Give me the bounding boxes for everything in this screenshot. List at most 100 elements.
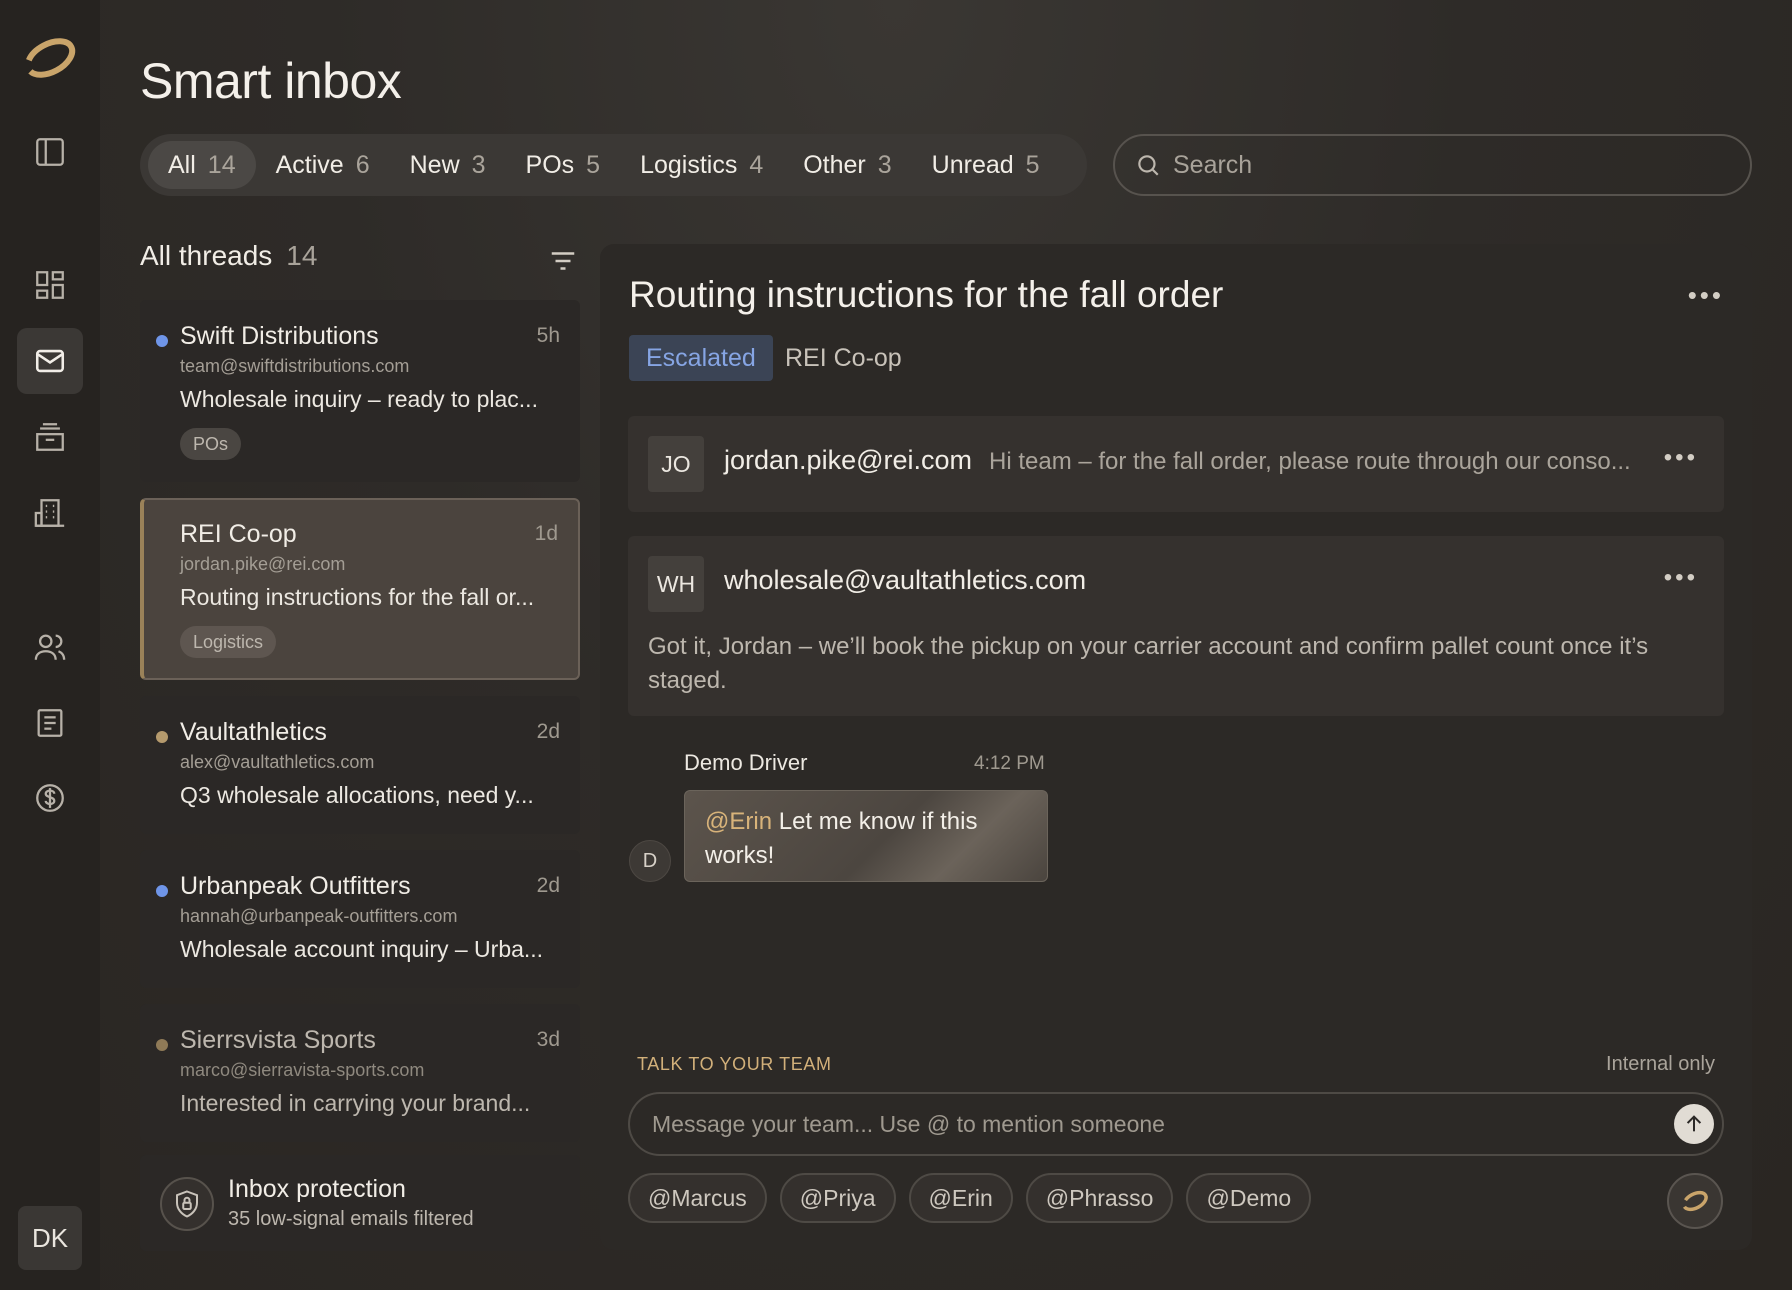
thread-time: 3d — [536, 1028, 560, 1051]
thread-preview: Wholesale account inquiry – Urba... — [180, 936, 544, 962]
mention-chip-demo[interactable]: @Demo — [1186, 1173, 1312, 1223]
thread-item[interactable]: Sierrsvista Sports 3d marco@sierravista-… — [140, 1004, 580, 1142]
mail-icon[interactable] — [17, 328, 83, 394]
chat-bubble: @Erin Let me know if this works! — [684, 790, 1048, 882]
sender-avatar: JO — [648, 436, 704, 492]
tab-label: POs — [525, 150, 575, 179]
filter-icon[interactable] — [548, 246, 578, 276]
message-body: Got it, Jordan – we’ll book the pickup o… — [648, 633, 1649, 694]
thread-item[interactable]: Swift Distributions 5h team@swiftdistrib… — [140, 300, 580, 482]
thread-tag: POs — [180, 428, 242, 460]
building-icon[interactable] — [17, 480, 83, 546]
thread-sender: Swift Distributions — [180, 322, 379, 350]
mention-chip-marcus[interactable]: @Marcus — [628, 1173, 767, 1223]
thread-time: 2d — [536, 874, 560, 897]
arrow-up-icon — [1686, 1115, 1702, 1132]
chat-mention[interactable]: @Erin — [705, 808, 772, 835]
thread-sender: Sierrsvista Sports — [180, 1026, 376, 1054]
send-button[interactable] — [1674, 1104, 1714, 1144]
unread-dot — [156, 335, 168, 347]
document-icon[interactable] — [17, 690, 83, 756]
composer-placeholder: Message your team... Use @ to mention so… — [652, 1111, 1165, 1137]
ai-assistant-button[interactable] — [1667, 1173, 1723, 1229]
message-collapsed[interactable]: JO jordan.pike@rei.com Hi team – for the… — [628, 416, 1724, 512]
message-expanded: WH wholesale@vaultathletics.com ••• Got … — [628, 536, 1724, 716]
thread-time: 5h — [536, 324, 560, 347]
mention-chip-phrasso[interactable]: @Phrasso — [1025, 1173, 1174, 1223]
message-snippet: Hi team – for the fall order, please rou… — [989, 448, 1631, 475]
team-section-label: TALK TO YOUR TEAM — [637, 1054, 832, 1074]
protection-title: Inbox protection — [228, 1175, 406, 1203]
thread-email: hannah@urbanpeak-outfitters.com — [180, 906, 458, 926]
more-options-icon[interactable]: ••• — [1688, 280, 1724, 311]
threads-title: All threads — [140, 240, 273, 271]
thread-detail-panel: Routing instructions for the fall order … — [600, 244, 1752, 1250]
thread-email: marco@sierravista-sports.com — [180, 1060, 425, 1080]
thread-time: 1d — [534, 522, 558, 545]
message-more-icon[interactable]: ••• — [1664, 564, 1698, 592]
unread-dot — [156, 885, 168, 897]
threads-header: All threads 14 — [140, 240, 317, 272]
tab-other[interactable]: Other 3 — [783, 141, 911, 189]
mention-chip-erin[interactable]: @Erin — [908, 1173, 1013, 1223]
message-from: jordan.pike@rei.com — [724, 445, 973, 475]
tab-count: 5 — [586, 150, 601, 179]
tab-pos[interactable]: POs 5 — [506, 141, 621, 189]
page-title: Smart inbox — [140, 53, 402, 109]
thread-title: Routing instructions for the fall order — [629, 274, 1224, 315]
mention-chip-priya[interactable]: @Priya — [779, 1173, 896, 1223]
thread-preview: Wholesale inquiry – ready to plac... — [180, 386, 538, 412]
thread-item[interactable]: Vaultathletics 2d alex@vaultathletics.co… — [140, 696, 580, 834]
thread-item-selected[interactable]: REI Co-op 1d jordan.pike@rei.com Routing… — [140, 498, 580, 680]
chat-avatar: D — [629, 840, 671, 882]
thread-email: alex@vaultathletics.com — [180, 752, 375, 772]
shield-lock-icon — [160, 1177, 214, 1231]
tab-label: Unread — [931, 150, 1014, 179]
internal-only-note: Internal only — [1606, 1053, 1715, 1075]
thread-email: jordan.pike@rei.com — [180, 554, 346, 574]
dashboard-icon[interactable] — [17, 252, 83, 318]
thread-time: 2d — [536, 720, 560, 743]
tab-label: Logistics — [640, 150, 738, 179]
status-dot — [156, 731, 168, 743]
tab-unread[interactable]: Unread 5 — [912, 141, 1060, 189]
protection-subtitle: 35 low-signal emails filtered — [228, 1208, 474, 1230]
filter-tabs: All 14 Active 6 New 3 POs 5 Logistics 4 Other… — [140, 134, 1087, 196]
archive-icon[interactable] — [17, 404, 83, 470]
tab-count: 4 — [749, 150, 764, 179]
team-message-input[interactable]: Message your team... Use @ to mention so… — [628, 1092, 1724, 1156]
tab-label: Other — [803, 150, 866, 179]
inbox-protection-card[interactable]: Inbox protection 35 low-signal emails fi… — [140, 1155, 580, 1251]
tab-label: All — [168, 150, 196, 179]
message-from: wholesale@vaultathletics.com — [724, 565, 1087, 595]
sender-avatar: WH — [648, 556, 704, 612]
tab-count: 6 — [355, 150, 370, 179]
users-icon[interactable] — [17, 614, 83, 680]
thread-sender: REI Co-op — [180, 520, 297, 548]
thread-item[interactable]: Urbanpeak Outfitters 2d hannah@urbanpeak… — [140, 850, 580, 988]
message-more-icon[interactable]: ••• — [1664, 444, 1698, 472]
status-dot — [156, 1039, 168, 1051]
tab-count: 14 — [207, 150, 236, 179]
tab-label: New — [409, 150, 460, 179]
tab-logistics[interactable]: Logistics 4 — [620, 141, 783, 189]
thread-preview: Interested in carrying your brand... — [180, 1090, 531, 1116]
tab-new[interactable]: New 3 — [390, 141, 506, 189]
tab-count: 3 — [877, 150, 892, 179]
mention-chips: @Marcus @Priya @Erin @Phrasso @Demo — [628, 1173, 1312, 1223]
tab-all[interactable]: All 14 — [148, 141, 256, 189]
tab-count: 5 — [1025, 150, 1040, 179]
search-icon — [1138, 155, 1159, 176]
panel-left-icon[interactable] — [17, 119, 83, 185]
app-logo-icon[interactable] — [19, 30, 81, 84]
thread-sender: Urbanpeak Outfitters — [180, 872, 411, 900]
thread-email: team@swiftdistributions.com — [180, 356, 410, 376]
org-label: REI Co-op — [785, 344, 902, 372]
thread-preview: Routing instructions for the fall or... — [180, 584, 535, 610]
thread-tag: Logistics — [180, 626, 277, 658]
user-avatar[interactable]: DK — [18, 1206, 82, 1270]
chat-time: 4:12 PM — [974, 753, 1045, 774]
tab-active[interactable]: Active 6 — [256, 141, 390, 189]
dollar-icon[interactable] — [17, 765, 83, 831]
search-input[interactable]: Search — [1113, 134, 1752, 196]
